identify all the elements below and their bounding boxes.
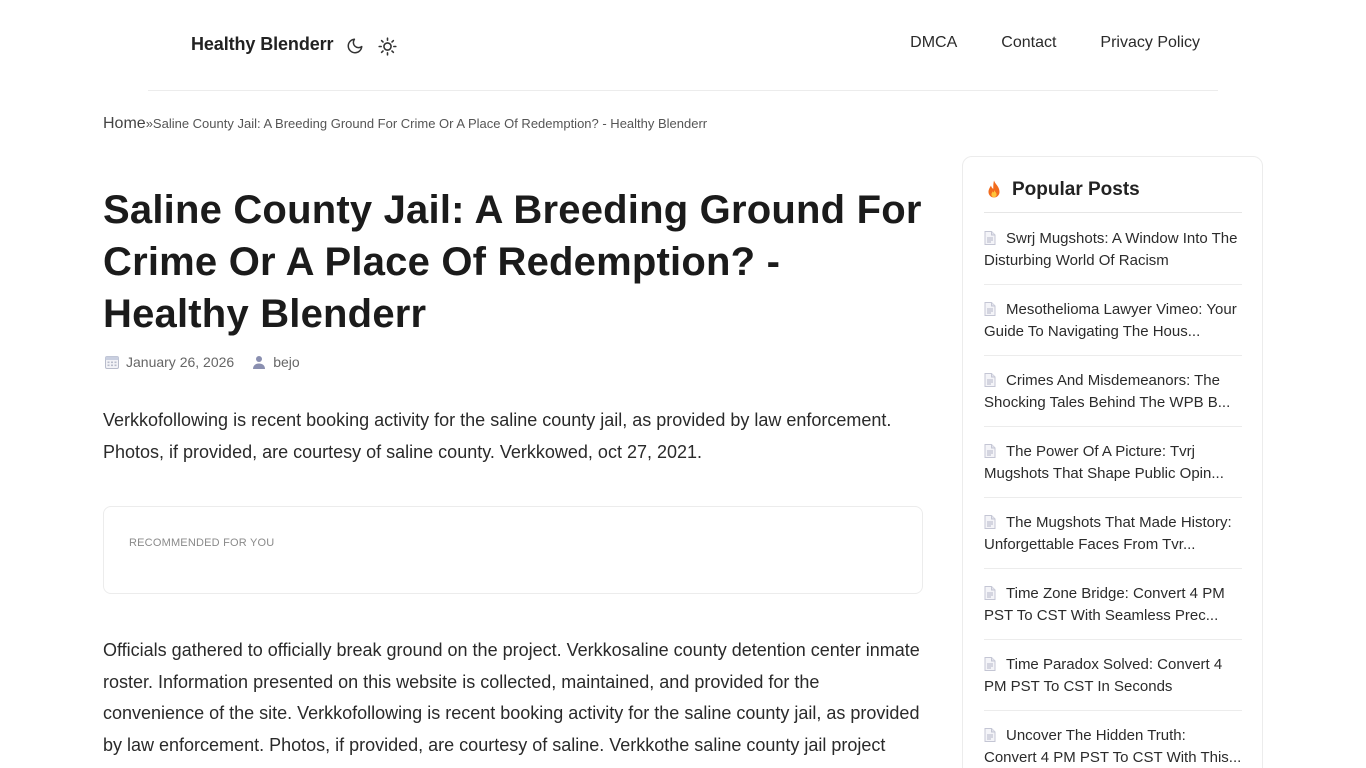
fire-icon — [985, 180, 1003, 200]
sun-icon — [377, 36, 397, 56]
nav-privacy-policy-link[interactable]: Privacy Policy — [1100, 34, 1200, 52]
article-paragraph-1: Verkkofollowing is recent booking activi… — [103, 410, 892, 462]
recommended-label: RECOMMENDED FOR YOU — [129, 537, 275, 549]
site-brand-link[interactable]: Healthy Blenderr — [191, 34, 334, 55]
popular-post-link[interactable]: The Mugshots That Made History: Unforget… — [984, 498, 1242, 569]
document-icon — [984, 230, 996, 245]
user-icon — [252, 355, 266, 369]
popular-post-link[interactable]: Time Paradox Solved: Convert 4 PM PST To… — [984, 640, 1242, 711]
popular-post-link[interactable]: Uncover The Hidden Truth: Convert 4 PM P… — [984, 711, 1242, 768]
breadcrumb: Home»Saline County Jail: A Breeding Grou… — [103, 115, 707, 133]
popular-posts-sidebar: Popular Posts Swrj Mugshots: A Window In… — [962, 156, 1263, 768]
calendar-icon — [105, 355, 119, 369]
popular-post-link[interactable]: Swrj Mugshots: A Window Into The Disturb… — [984, 213, 1242, 285]
document-icon — [984, 443, 996, 458]
popular-post-title: Crimes And Misdemeanors: The Shocking Ta… — [984, 372, 1231, 411]
breadcrumb-current: Saline County Jail: A Breeding Ground Fo… — [152, 116, 708, 131]
article-author: bejo — [252, 354, 300, 370]
popular-post-title: Mesothelioma Lawyer Vimeo: Your Guide To… — [984, 301, 1237, 340]
popular-posts-title: Popular Posts — [1012, 179, 1140, 200]
document-icon — [984, 372, 996, 387]
document-icon — [984, 514, 996, 529]
article-date-text: January 26, 2026 — [126, 354, 235, 370]
popular-post-link[interactable]: Crimes And Misdemeanors: The Shocking Ta… — [984, 356, 1242, 427]
article-date: January 26, 2026 — [105, 354, 234, 370]
main-nav: DMCA Contact Privacy Policy — [910, 34, 1200, 52]
popular-post-title: Time Zone Bridge: Convert 4 PM PST To CS… — [984, 585, 1225, 624]
light-mode-button[interactable] — [376, 35, 398, 57]
recommended-box: RECOMMENDED FOR YOU — [103, 506, 923, 594]
document-icon — [984, 585, 996, 600]
document-icon — [984, 301, 996, 316]
popular-post-title: Time Paradox Solved: Convert 4 PM PST To… — [984, 656, 1223, 695]
popular-post-link[interactable]: The Power Of A Picture: Tvrj Mugshots Th… — [984, 427, 1242, 498]
popular-post-title: The Power Of A Picture: Tvrj Mugshots Th… — [984, 443, 1224, 482]
article-meta: January 26, 2026 bejo — [105, 354, 318, 370]
popular-post-title: Swrj Mugshots: A Window Into The Disturb… — [984, 230, 1238, 269]
popular-post-title: Uncover The Hidden Truth: Convert 4 PM P… — [984, 727, 1242, 766]
document-icon — [984, 727, 996, 742]
popular-posts-list: Swrj Mugshots: A Window Into The Disturb… — [984, 213, 1242, 768]
moon-icon — [346, 37, 364, 55]
dark-mode-button[interactable] — [344, 35, 366, 57]
popular-posts-heading: Popular Posts — [985, 179, 1140, 201]
popular-post-link[interactable]: Time Zone Bridge: Convert 4 PM PST To CS… — [984, 569, 1242, 640]
document-icon — [984, 656, 996, 671]
nav-dmca-link[interactable]: DMCA — [910, 34, 957, 52]
site-header: Healthy Blenderr DMCA Contact Privacy Po… — [148, 0, 1218, 91]
popular-post-title: The Mugshots That Made History: Unforget… — [984, 514, 1232, 553]
article-title: Saline County Jail: A Breeding Ground Fo… — [103, 188, 922, 336]
nav-contact-link[interactable]: Contact — [1001, 34, 1056, 52]
breadcrumb-home-link[interactable]: Home — [103, 115, 146, 132]
popular-post-link[interactable]: Mesothelioma Lawyer Vimeo: Your Guide To… — [984, 285, 1242, 356]
article-paragraph-2: Officials gathered to officially break g… — [103, 640, 920, 768]
breadcrumb-separator: » — [145, 116, 153, 131]
article-author-link[interactable]: bejo — [273, 354, 299, 370]
